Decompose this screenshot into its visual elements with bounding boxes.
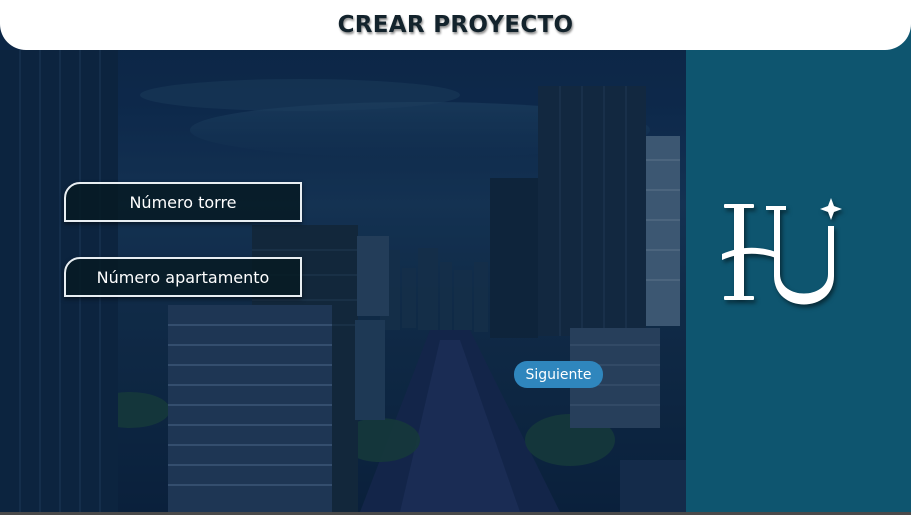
brand-panel — [686, 0, 911, 512]
city-background-image — [0, 0, 686, 512]
next-button[interactable]: Siguiente — [514, 361, 603, 388]
hu-monogram-logo-icon — [722, 198, 842, 305]
page-title: CREAR PROYECTO — [337, 12, 574, 38]
apartment-number-input[interactable] — [64, 257, 302, 297]
app-stage: CREAR PROYECTO Siguiente — [0, 0, 911, 512]
city-skyline-illustration — [0, 0, 686, 512]
page-header: CREAR PROYECTO — [0, 0, 911, 50]
tower-number-input[interactable] — [64, 182, 302, 222]
